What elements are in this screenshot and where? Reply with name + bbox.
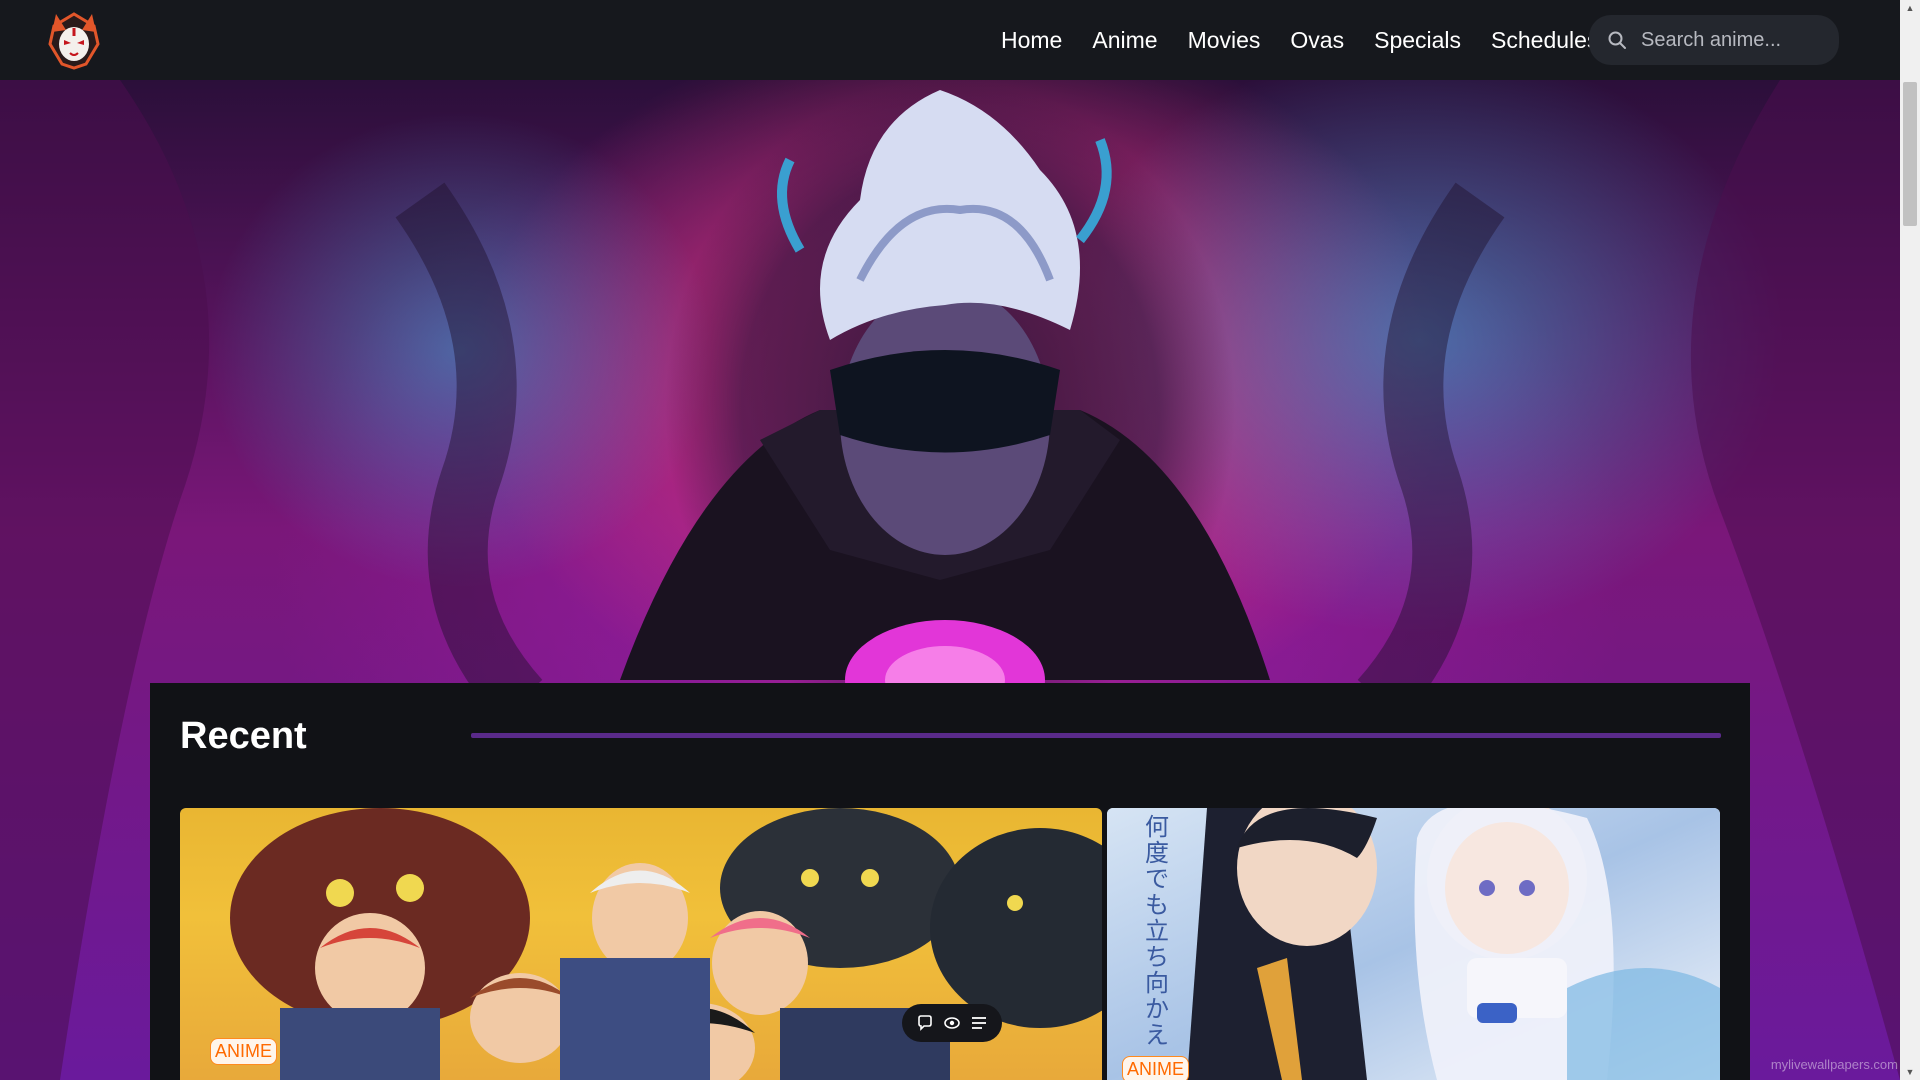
eye-icon[interactable]	[943, 1014, 961, 1032]
recent-section: Recent ANIME 何度でも立ち向かえ ANIME	[150, 683, 1750, 1080]
search-icon	[1608, 31, 1626, 49]
card-type-badge: ANIME	[1122, 1056, 1190, 1080]
scroll-thumb[interactable]	[1903, 82, 1917, 226]
site-logo[interactable]	[42, 8, 106, 72]
list-icon[interactable]	[970, 1014, 988, 1032]
nav-ovas[interactable]: Ovas	[1290, 27, 1344, 54]
top-navbar: Home Anime Movies Ovas Specials Schedule…	[0, 0, 1900, 80]
fox-mask-logo-icon	[48, 12, 100, 70]
scroll-up-arrow-icon[interactable]: ▲	[1900, 0, 1920, 16]
card-actions	[902, 1004, 1002, 1042]
anime-poster-image	[1107, 808, 1720, 1080]
nav-schedules[interactable]: Schedules	[1491, 27, 1598, 54]
recent-heading: Recent	[180, 715, 307, 757]
page-scrollbar[interactable]: ▲ ▼	[1900, 0, 1920, 1080]
main-nav: Home Anime Movies Ovas Specials Schedule…	[1001, 0, 1628, 80]
nav-home[interactable]: Home	[1001, 27, 1062, 54]
recent-card[interactable]: ANIME	[180, 808, 1102, 1080]
nav-specials[interactable]: Specials	[1374, 27, 1461, 54]
nav-anime[interactable]: Anime	[1092, 27, 1157, 54]
recent-divider	[471, 733, 1721, 738]
comment-icon[interactable]	[916, 1014, 934, 1032]
watermark-text: mylivewallpapers.com	[1770, 1057, 1898, 1072]
search-box[interactable]	[1589, 15, 1839, 65]
search-input[interactable]	[1641, 28, 1821, 52]
nav-movies[interactable]: Movies	[1188, 27, 1261, 54]
poster-vertical-text: 何度でも立ち向かえ	[1145, 813, 1169, 1049]
card-type-badge: ANIME	[210, 1038, 278, 1065]
scroll-down-arrow-icon[interactable]: ▼	[1900, 1064, 1920, 1080]
recent-card[interactable]: 何度でも立ち向かえ ANIME	[1107, 808, 1720, 1080]
